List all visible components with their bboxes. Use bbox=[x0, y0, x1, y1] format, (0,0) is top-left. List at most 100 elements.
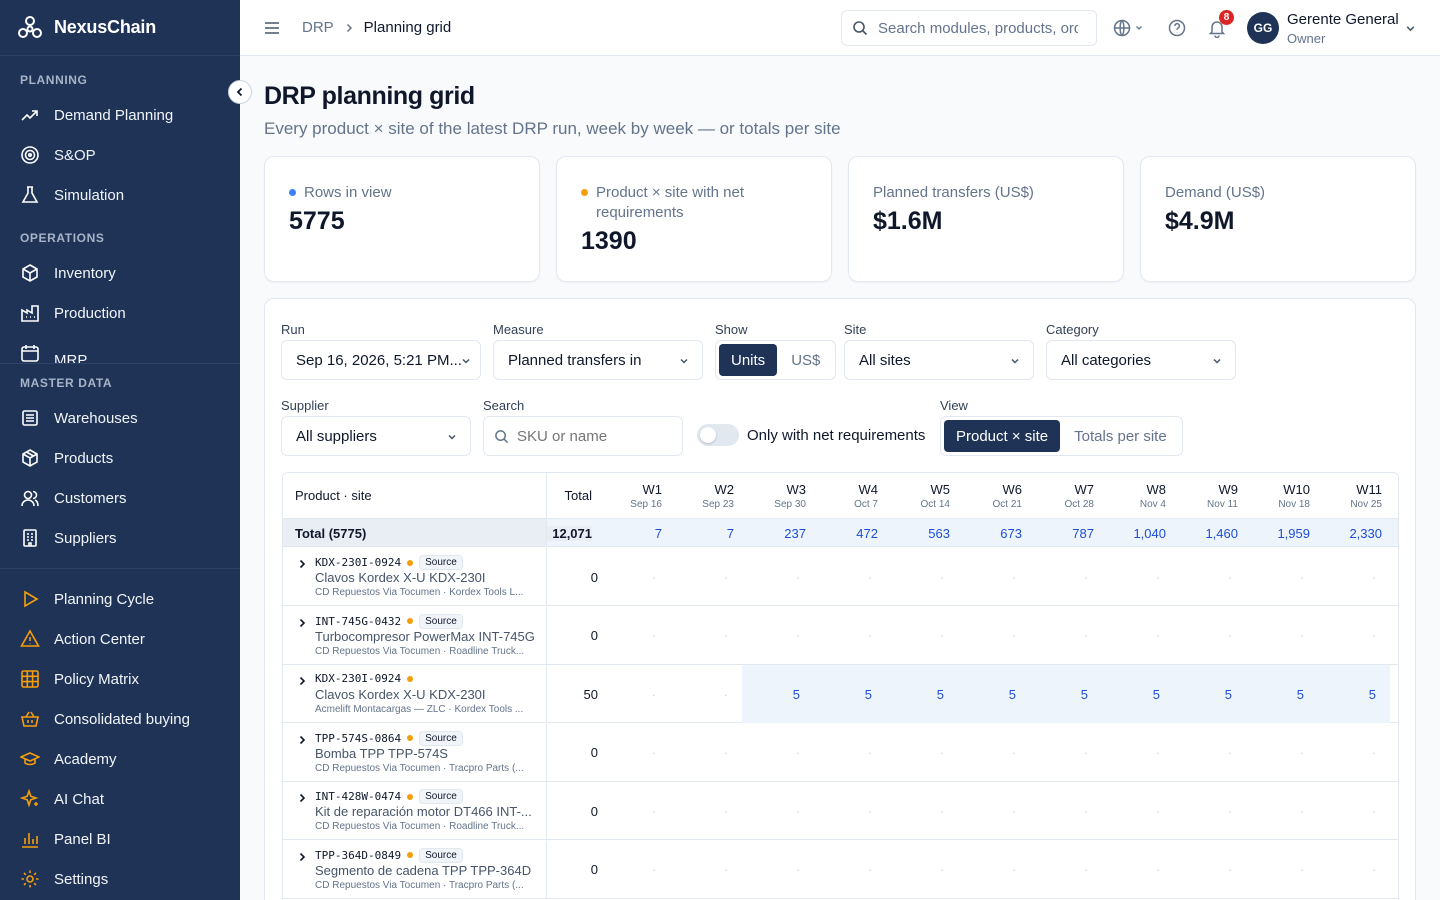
week-cell[interactable]: · bbox=[1102, 724, 1174, 782]
week-cell[interactable]: · bbox=[814, 782, 886, 840]
nav-production[interactable]: Production bbox=[0, 293, 240, 333]
week-column-header[interactable]: W5 Oct 14 bbox=[878, 482, 950, 510]
table-row[interactable]: TPP-574S-0864 Source Bomba TPP TPP-574S CD … bbox=[283, 723, 1398, 782]
menu-icon[interactable] bbox=[262, 18, 282, 38]
week-cell[interactable]: · bbox=[886, 782, 958, 840]
global-search-input[interactable] bbox=[878, 19, 1078, 37]
nav-simulation[interactable]: Simulation bbox=[0, 175, 240, 215]
week-cell[interactable]: · bbox=[670, 607, 742, 665]
breadcrumb-root[interactable]: DRP bbox=[302, 19, 334, 36]
week-cell[interactable]: · bbox=[1318, 724, 1390, 782]
week-cell[interactable]: · bbox=[598, 607, 670, 665]
global-search[interactable] bbox=[841, 10, 1097, 46]
show-usd-button[interactable]: US$ bbox=[779, 344, 832, 376]
week-cell[interactable]: · bbox=[1246, 841, 1318, 899]
chevron-right-icon[interactable] bbox=[297, 615, 307, 633]
sidebar-collapse-button[interactable] bbox=[228, 80, 252, 104]
week-cell[interactable]: · bbox=[1174, 724, 1246, 782]
chevron-right-icon[interactable] bbox=[297, 673, 307, 691]
week-column-header[interactable]: W9 Nov 11 bbox=[1166, 482, 1238, 510]
week-cell[interactable]: · bbox=[1246, 607, 1318, 665]
nav-panel-bi[interactable]: Panel BI bbox=[0, 819, 240, 859]
nav-action-center[interactable]: Action Center bbox=[0, 619, 240, 659]
week-cell[interactable]: · bbox=[1318, 841, 1390, 899]
globe-icon[interactable] bbox=[1112, 18, 1132, 38]
week-cell[interactable]: · bbox=[598, 841, 670, 899]
nav-warehouses[interactable]: Warehouses bbox=[0, 398, 240, 438]
view-totals-button[interactable]: Totals per site bbox=[1062, 420, 1179, 452]
chevron-right-icon[interactable] bbox=[297, 849, 307, 867]
sku-search-input[interactable] bbox=[517, 427, 677, 445]
week-cell[interactable]: · bbox=[1102, 782, 1174, 840]
week-cell[interactable]: · bbox=[742, 782, 814, 840]
user-name[interactable]: Gerente General bbox=[1287, 11, 1399, 28]
week-cell[interactable]: 5 bbox=[1030, 665, 1102, 723]
table-row[interactable]: KDX-230I-0924 Source Clavos Kordex X-U KDX… bbox=[283, 548, 1398, 606]
site-select[interactable]: All sites bbox=[844, 340, 1034, 380]
net-requirements-switch[interactable] bbox=[697, 424, 739, 446]
week-cell[interactable]: 5 bbox=[1102, 665, 1174, 723]
nav-settings[interactable]: Settings bbox=[0, 859, 240, 899]
week-cell[interactable]: · bbox=[814, 724, 886, 782]
nav-products[interactable]: Products bbox=[0, 438, 240, 478]
week-cell[interactable]: · bbox=[814, 607, 886, 665]
week-cell[interactable]: · bbox=[670, 782, 742, 840]
week-column-header[interactable]: W4 Oct 7 bbox=[806, 482, 878, 510]
week-cell[interactable]: 5 bbox=[814, 665, 886, 723]
nav-consolidated-buying[interactable]: Consolidated buying bbox=[0, 699, 240, 739]
week-cell[interactable]: 5 bbox=[1246, 665, 1318, 723]
week-cell[interactable]: · bbox=[1318, 607, 1390, 665]
table-row[interactable]: KDX-230I-0924 Clavos Kordex X-U KDX-230I A… bbox=[283, 665, 1398, 723]
column-header-product[interactable]: Product · site bbox=[295, 488, 372, 503]
chevron-right-icon[interactable] bbox=[297, 732, 307, 750]
week-cell[interactable]: · bbox=[1030, 607, 1102, 665]
view-product-site-button[interactable]: Product × site bbox=[944, 420, 1061, 452]
nav-policy-matrix[interactable]: Policy Matrix bbox=[0, 659, 240, 699]
help-icon[interactable] bbox=[1167, 18, 1187, 38]
measure-select[interactable]: Planned transfers in bbox=[493, 340, 703, 380]
nav-customers[interactable]: Customers bbox=[0, 478, 240, 518]
nav-mrp[interactable]: MRP bbox=[0, 333, 240, 363]
table-row[interactable]: TPP-364D-0849 Source Segmento de cadena TP… bbox=[283, 840, 1398, 899]
table-row[interactable]: INT-745G-0432 Source Turbocompresor PowerM… bbox=[283, 606, 1398, 665]
week-cell[interactable]: · bbox=[670, 548, 742, 606]
week-cell[interactable]: · bbox=[1318, 782, 1390, 840]
week-column-header[interactable]: W2 Sep 23 bbox=[662, 482, 734, 510]
week-cell[interactable]: · bbox=[886, 724, 958, 782]
chevron-down-icon[interactable] bbox=[1405, 23, 1416, 34]
supplier-select[interactable]: All suppliers bbox=[281, 416, 471, 456]
nav-inventory[interactable]: Inventory bbox=[0, 253, 240, 293]
sku-search[interactable] bbox=[483, 416, 683, 456]
week-cell[interactable]: · bbox=[598, 548, 670, 606]
week-column-header[interactable]: W1 Sep 16 bbox=[590, 482, 662, 510]
week-column-header[interactable]: W8 Nov 4 bbox=[1094, 482, 1166, 510]
nav-demand-planning[interactable]: Demand Planning bbox=[0, 95, 240, 135]
week-cell[interactable]: · bbox=[598, 724, 670, 782]
week-cell[interactable]: · bbox=[1030, 841, 1102, 899]
nav-planning-cycle[interactable]: Planning Cycle bbox=[0, 579, 240, 619]
week-cell[interactable]: · bbox=[958, 724, 1030, 782]
week-cell[interactable]: · bbox=[1030, 782, 1102, 840]
week-cell[interactable]: · bbox=[1174, 841, 1246, 899]
week-cell[interactable]: · bbox=[742, 841, 814, 899]
category-select[interactable]: All categories bbox=[1046, 340, 1236, 380]
nav-ai-chat[interactable]: AI Chat bbox=[0, 779, 240, 819]
week-cell[interactable]: · bbox=[1030, 548, 1102, 606]
week-cell[interactable]: 5 bbox=[958, 665, 1030, 723]
week-cell[interactable]: · bbox=[814, 841, 886, 899]
week-column-header[interactable]: W10 Nov 18 bbox=[1238, 482, 1310, 510]
column-header-total[interactable]: Total bbox=[547, 488, 592, 503]
week-cell[interactable]: · bbox=[1102, 841, 1174, 899]
week-cell[interactable]: · bbox=[886, 548, 958, 606]
week-cell[interactable]: · bbox=[886, 841, 958, 899]
week-cell[interactable]: · bbox=[1246, 724, 1318, 782]
week-cell[interactable]: · bbox=[598, 665, 670, 723]
chevron-right-icon[interactable] bbox=[297, 556, 307, 574]
week-cell[interactable]: · bbox=[1246, 548, 1318, 606]
nav-suppliers[interactable]: Suppliers bbox=[0, 518, 240, 558]
week-cell[interactable]: · bbox=[1174, 782, 1246, 840]
week-cell[interactable]: · bbox=[1246, 782, 1318, 840]
week-cell[interactable]: · bbox=[1318, 548, 1390, 606]
week-column-header[interactable]: W11 Nov 25 bbox=[1310, 482, 1382, 510]
week-cell[interactable]: · bbox=[742, 724, 814, 782]
